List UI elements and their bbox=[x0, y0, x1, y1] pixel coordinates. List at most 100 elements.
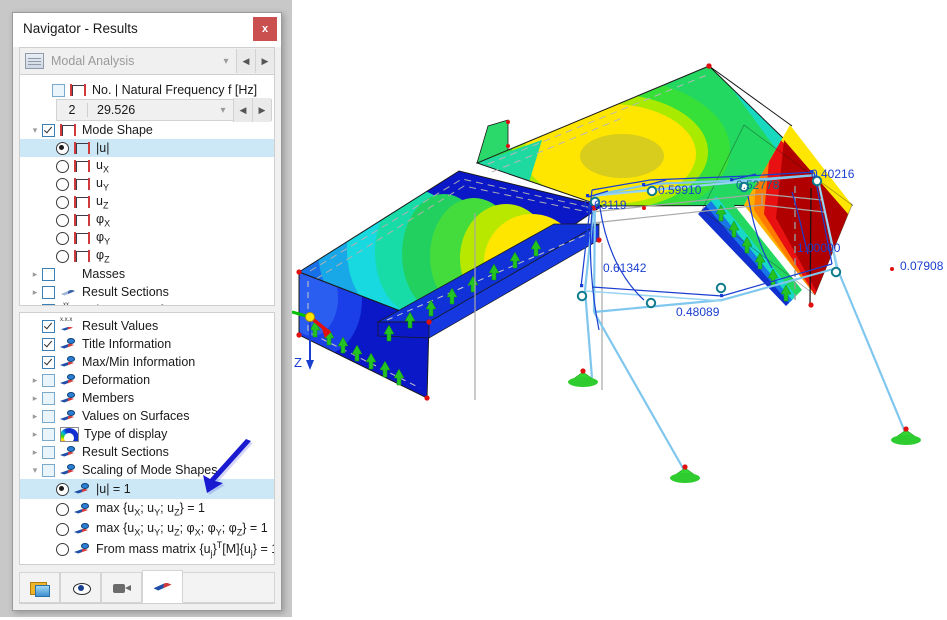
chevron-down-icon[interactable]: ▾ bbox=[216, 56, 236, 67]
scaling-option-max-u-phi[interactable]: max {uX; uY; uZ; φX; φY; φZ} = 1 bbox=[20, 519, 274, 539]
navigator-tab-bar[interactable] bbox=[19, 569, 275, 604]
radio-ux[interactable] bbox=[56, 159, 69, 173]
tree-item-type-of-display[interactable]: ▸ Type of display bbox=[20, 425, 274, 443]
radio-scaling-u-abs[interactable] bbox=[56, 482, 69, 496]
tree-item-masses[interactable]: ▸ Masses bbox=[20, 265, 274, 283]
close-icon[interactable]: x bbox=[253, 17, 277, 41]
checkbox-members[interactable] bbox=[42, 391, 55, 405]
tree-option-phiy[interactable]: φY bbox=[20, 229, 274, 247]
tree-item-natural-frequency[interactable]: ▸ No. | Natural Frequency f [Hz] bbox=[20, 81, 274, 99]
expander-icon[interactable]: ▾ bbox=[28, 465, 42, 476]
tree-option-ux[interactable]: uX bbox=[20, 157, 274, 175]
tree-item-label: Title Information bbox=[82, 337, 172, 351]
eye-line-icon bbox=[60, 463, 77, 477]
tree-option-uy[interactable]: uY bbox=[20, 175, 274, 193]
checkbox-deformation[interactable] bbox=[42, 373, 55, 387]
checkbox-title-information[interactable] bbox=[42, 337, 55, 351]
expander-icon[interactable]: ▸ bbox=[28, 269, 42, 280]
scaling-option-label: max {uX; uY; uZ; φX; φY; φZ} = 1 bbox=[96, 520, 268, 538]
radio-u-abs[interactable] bbox=[56, 141, 69, 155]
expander-icon[interactable]: ▸ bbox=[28, 375, 42, 386]
frequency-prev-button[interactable]: ◀ bbox=[233, 98, 252, 122]
result-value-label: 0.48089 bbox=[676, 305, 720, 319]
tree-item-values-on-surfaces-display[interactable]: ▸ Values on Surfaces bbox=[20, 407, 274, 425]
results-tree[interactable]: ▸ No. | Natural Frequency f [Hz] 2 29.52… bbox=[19, 74, 275, 306]
display-tree[interactable]: Result Values Title Information Max/Min … bbox=[19, 312, 275, 565]
expander-icon[interactable]: ▸ bbox=[28, 429, 42, 440]
tree-item-label: No. | Natural Frequency f [Hz] bbox=[92, 83, 258, 97]
checkbox-masses[interactable] bbox=[42, 267, 55, 281]
radio-uz[interactable] bbox=[56, 195, 69, 209]
expander-icon[interactable]: ▸ bbox=[28, 447, 42, 458]
tree-option-uz[interactable]: uZ bbox=[20, 193, 274, 211]
checkbox-scaling-of-mode-shapes[interactable] bbox=[42, 463, 55, 477]
scaling-option-mass-matrix[interactable]: From mass matrix {uj}T[M]{uj} = 1 bbox=[20, 539, 274, 559]
tree-option-phix[interactable]: φX bbox=[20, 211, 274, 229]
tree-item-mode-shape[interactable]: ▾ Mode Shape bbox=[20, 121, 274, 139]
radio-phiz[interactable] bbox=[56, 249, 69, 263]
radio-scaling-max-u-phi[interactable] bbox=[56, 522, 69, 536]
tree-item-maxmin-information[interactable]: Max/Min Information bbox=[20, 353, 274, 371]
checkbox-natural-frequency[interactable] bbox=[52, 83, 65, 97]
tree-option-label: uZ bbox=[96, 193, 109, 211]
tree-item-scaling-of-mode-shapes[interactable]: ▾ Scaling of Mode Shapes bbox=[20, 461, 274, 479]
checkbox-type-of-display[interactable] bbox=[42, 427, 55, 441]
analysis-type-combo[interactable]: Modal Analysis ▾ ◀ ▶ bbox=[19, 47, 275, 74]
checkbox-result-values[interactable] bbox=[42, 319, 55, 333]
display-navigator-tab[interactable] bbox=[60, 572, 101, 603]
tree-option-label: uX bbox=[96, 157, 109, 175]
radio-phiy[interactable] bbox=[56, 231, 69, 245]
tree-item-result-values[interactable]: Result Values bbox=[20, 317, 274, 335]
tree-item-label: Max/Min Information bbox=[82, 355, 196, 369]
tree-item-members[interactable]: ▸ Members bbox=[20, 389, 274, 407]
analysis-prev-button[interactable]: ◀ bbox=[236, 49, 255, 73]
tree-option-label: φX bbox=[96, 211, 111, 229]
page-title: Navigator - Results bbox=[23, 21, 138, 36]
expander-icon[interactable]: ▸ bbox=[28, 411, 42, 422]
tree-item-result-sections-display[interactable]: ▸ Result Sections bbox=[20, 443, 274, 461]
checkbox-result-sections[interactable] bbox=[42, 285, 55, 299]
eye-line-icon bbox=[74, 502, 91, 516]
project-navigator-tab[interactable] bbox=[19, 572, 60, 603]
checkbox-result-sections-display[interactable] bbox=[42, 445, 55, 459]
tab-bar-filler bbox=[183, 572, 275, 603]
frame-icon bbox=[74, 213, 91, 227]
result-value-label: 0.59910 bbox=[658, 183, 702, 197]
frequency-selector[interactable]: 2 29.526 ▾ ◀ ▶ bbox=[56, 98, 272, 122]
radio-uy[interactable] bbox=[56, 177, 69, 191]
expander-icon[interactable]: ▾ bbox=[28, 125, 42, 136]
checkbox-maxmin-information[interactable] bbox=[42, 355, 55, 369]
tree-item-result-sections[interactable]: ▸ Result Sections bbox=[20, 283, 274, 301]
tree-item-label: Result Values bbox=[82, 319, 159, 333]
xxx-values-icon bbox=[60, 317, 77, 333]
chevron-down-icon[interactable]: ▾ bbox=[213, 105, 233, 116]
model-viewport[interactable]: Z 0.63119 0.59910 0.52778 0.40216 0.6134… bbox=[291, 0, 947, 617]
line-icon bbox=[60, 286, 77, 299]
scaling-option-u-abs[interactable]: |u| = 1 bbox=[20, 479, 274, 499]
tree-option-label: φY bbox=[96, 229, 111, 247]
analysis-next-button[interactable]: ▶ bbox=[255, 49, 274, 73]
tree-item-title-information[interactable]: Title Information bbox=[20, 335, 274, 353]
radio-scaling-mass-matrix[interactable] bbox=[56, 542, 69, 556]
radio-scaling-max-u[interactable] bbox=[56, 502, 69, 516]
results-navigator-tab[interactable] bbox=[142, 570, 183, 603]
analysis-type-value: Modal Analysis bbox=[51, 54, 135, 68]
tree-option-phiz[interactable]: φZ bbox=[20, 247, 274, 265]
expander-icon[interactable]: ▸ bbox=[28, 393, 42, 404]
expander-icon[interactable]: ▸ bbox=[28, 287, 42, 298]
tree-item-deformation[interactable]: ▸ Deformation bbox=[20, 371, 274, 389]
checkbox-mode-shape[interactable] bbox=[42, 123, 55, 137]
navigator-results-dialog[interactable]: Navigator - Results x Modal Analysis ▾ ◀… bbox=[12, 12, 282, 611]
support-cone bbox=[670, 464, 700, 483]
scaling-option-max-u[interactable]: max {uX; uY; uZ} = 1 bbox=[20, 499, 274, 519]
radio-phix[interactable] bbox=[56, 213, 69, 227]
open-folder-icon bbox=[29, 580, 50, 597]
tree-option-u-abs[interactable]: |u| bbox=[20, 139, 274, 157]
eye-line-icon bbox=[60, 409, 77, 423]
eye-line-icon bbox=[74, 482, 91, 496]
scaling-option-label: From mass matrix {uj}T[M]{uj} = 1 bbox=[96, 539, 274, 559]
frequency-next-button[interactable]: ▶ bbox=[252, 98, 271, 122]
views-navigator-tab[interactable] bbox=[101, 572, 142, 603]
checkbox-values-on-surfaces-display[interactable] bbox=[42, 409, 55, 423]
dialog-title-bar: Navigator - Results x bbox=[13, 13, 281, 47]
